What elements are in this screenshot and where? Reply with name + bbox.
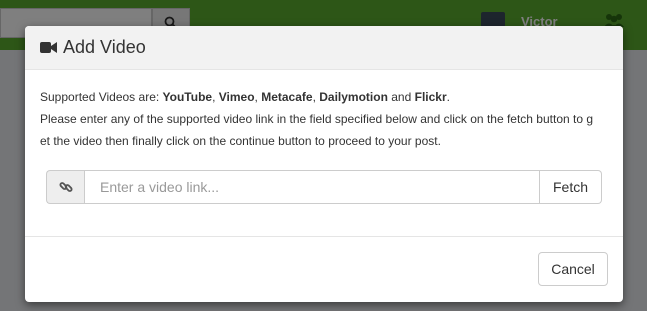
modal-footer: Cancel <box>25 237 623 301</box>
modal-title: Add Video <box>63 37 146 57</box>
instructions-line-2: et the video then finally click on the c… <box>40 134 441 148</box>
site-youtube: YouTube <box>162 90 213 104</box>
video-link-input[interactable] <box>84 170 540 204</box>
page: Victor Add Video Supported Videos are: Y… <box>0 0 647 311</box>
intro-text: Supported Videos are: YouTube, Vimeo, Me… <box>40 86 608 152</box>
link-icon <box>58 182 73 192</box>
site-flickr: Flickr <box>414 90 447 104</box>
modal-body: Supported Videos are: YouTube, Vimeo, Me… <box>25 70 623 237</box>
site-vimeo: Vimeo <box>218 90 255 104</box>
fetch-button[interactable]: Fetch <box>540 170 602 204</box>
instructions-line-1: Please enter any of the supported video … <box>40 112 594 126</box>
add-video-modal: Add Video Supported Videos are: YouTube,… <box>25 26 623 302</box>
video-link-input-group: Fetch <box>46 170 602 204</box>
link-addon <box>46 170 84 204</box>
site-metacafe: Metacafe <box>261 90 313 104</box>
cancel-button[interactable]: Cancel <box>538 252 608 286</box>
modal-header: Add Video <box>25 26 623 70</box>
site-dailymotion: Dailymotion <box>319 90 388 104</box>
video-camera-icon <box>40 42 57 53</box>
supported-videos-line: Supported Videos are: YouTube, Vimeo, Me… <box>40 90 450 104</box>
